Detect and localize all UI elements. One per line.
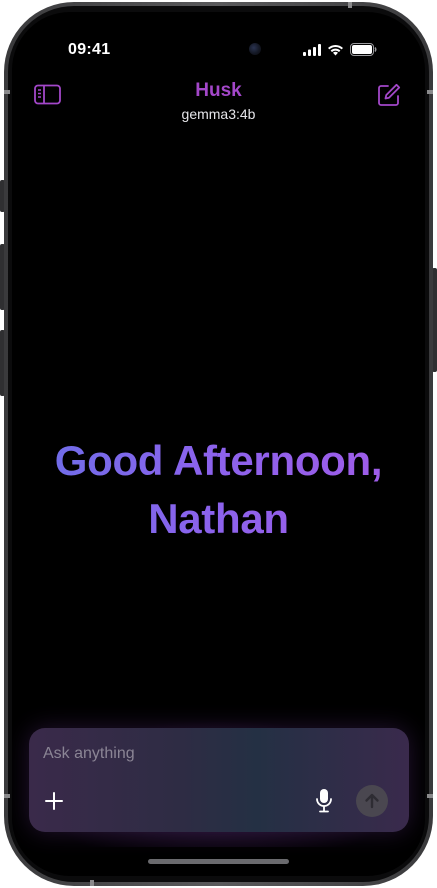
greeting-heading: Good Afternoon, Nathan: [12, 432, 425, 548]
wifi-icon: [328, 44, 343, 55]
cellular-signal-icon: [303, 43, 321, 56]
microphone-icon: [316, 789, 332, 813]
antenna-band: [427, 90, 433, 94]
compose-icon: [378, 83, 401, 106]
greeting-user-name: Nathan: [12, 490, 425, 548]
home-indicator[interactable]: [148, 859, 289, 864]
send-button[interactable]: [356, 785, 388, 817]
app-header: Husk gemma3:4b: [12, 78, 425, 124]
status-bar: 09:41: [12, 12, 425, 72]
app-title: Husk: [195, 80, 242, 101]
message-composer: [29, 728, 409, 832]
add-attachment-button[interactable]: [43, 790, 65, 812]
battery-icon: [350, 43, 377, 56]
plus-icon: [45, 792, 63, 810]
screen: 09:41 Husk gemma3:4b Good Afternoon, Nat…: [12, 12, 425, 876]
message-input[interactable]: [41, 740, 385, 768]
status-time: 09:41: [68, 41, 111, 58]
greeting-line-1: Good Afternoon,: [12, 432, 425, 490]
antenna-band: [348, 2, 352, 8]
status-icons: [303, 43, 377, 56]
antenna-band: [4, 794, 10, 798]
front-camera: [249, 43, 261, 55]
voice-input-button[interactable]: [314, 788, 334, 814]
arrow-up-icon: [365, 793, 379, 809]
antenna-band: [427, 794, 433, 798]
model-selector[interactable]: gemma3:4b: [12, 106, 425, 122]
antenna-band: [4, 90, 10, 94]
antenna-band: [90, 880, 94, 886]
phone-device: 09:41 Husk gemma3:4b Good Afternoon, Nat…: [0, 0, 437, 888]
new-chat-button[interactable]: [377, 83, 403, 109]
